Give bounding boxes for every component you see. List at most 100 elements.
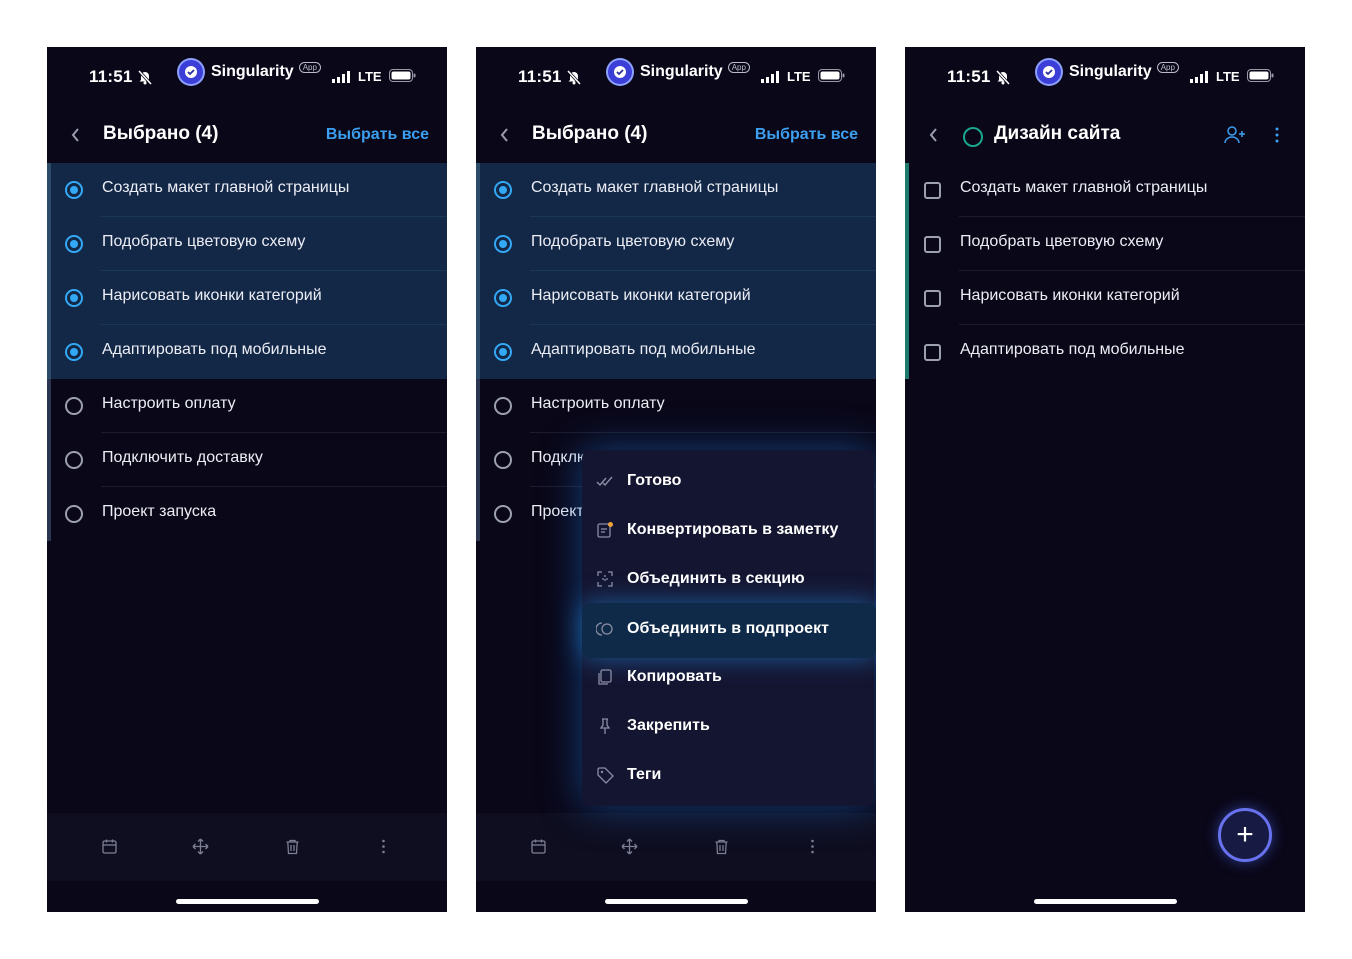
select-all-button[interactable]: Выбрать все [755, 126, 858, 144]
selection-title: Выбрано (4) [532, 123, 648, 144]
signal-icon [1190, 70, 1210, 88]
task-label: Создать макет главной страницы [102, 179, 350, 196]
task-row[interactable]: Нарисовать иконки категорий [47, 271, 447, 325]
home-indicator [605, 899, 748, 904]
menu-item-copy[interactable]: Копировать [582, 653, 874, 702]
radio-empty-icon[interactable] [65, 451, 83, 469]
trash-icon[interactable] [713, 838, 730, 860]
move-icon[interactable] [192, 838, 209, 860]
home-indicator [176, 899, 319, 904]
radio-checked-icon[interactable] [494, 289, 512, 307]
radio-checked-icon[interactable] [494, 181, 512, 199]
task-label: Настроить оплату [531, 395, 665, 412]
app-indicator: Singularity App [608, 60, 750, 84]
calendar-icon[interactable] [101, 838, 118, 860]
status-bar: 11:51 Singularity App LTE [905, 47, 1305, 109]
app-name: Singularity [640, 63, 723, 80]
bell-muted-icon [566, 69, 582, 90]
radio-checked-icon[interactable] [65, 181, 83, 199]
task-row[interactable]: Адаптировать под мобильные [476, 325, 876, 379]
app-logo-icon [179, 60, 203, 84]
selection-header: Выбрано (4) Выбрать все [47, 109, 447, 163]
more-vertical-icon[interactable] [804, 838, 821, 860]
status-time: 11:51 [89, 67, 133, 86]
task-row[interactable]: Адаптировать под мобильные [47, 325, 447, 379]
menu-item-merge-section[interactable]: Объединить в секцию [582, 555, 874, 604]
task-label: Проект запуска [102, 503, 217, 520]
checkbox-icon[interactable] [924, 236, 941, 253]
back-chevron-icon[interactable] [69, 126, 81, 149]
checkbox-icon[interactable] [924, 182, 941, 199]
checkbox-icon[interactable] [924, 290, 941, 307]
more-vertical-icon[interactable] [375, 838, 392, 860]
task-row[interactable]: Создать макет главной страницы [47, 163, 447, 217]
select-all-button[interactable]: Выбрать все [326, 126, 429, 144]
menu-item-label: Копировать [627, 668, 722, 685]
radio-empty-icon[interactable] [65, 505, 83, 523]
task-label: Адаптировать под мобильные [102, 341, 327, 358]
project-header: Дизайн сайта [905, 109, 1305, 163]
radio-empty-icon[interactable] [494, 451, 512, 469]
task-row[interactable]: Подобрать цветовую схему [905, 217, 1305, 271]
bottom-toolbar [476, 813, 876, 881]
radio-checked-icon[interactable] [494, 235, 512, 253]
task-label: Проект [531, 503, 584, 520]
move-icon[interactable] [621, 838, 638, 860]
back-chevron-icon[interactable] [498, 126, 510, 149]
task-row[interactable]: Проект запуска [47, 487, 447, 541]
task-row[interactable]: Настроить оплату [476, 379, 876, 433]
checkbox-icon[interactable] [924, 344, 941, 361]
network-label: LTE [358, 69, 382, 84]
back-chevron-icon[interactable] [927, 126, 939, 149]
menu-item-merge-subproject[interactable]: Объединить в подпроект [582, 603, 876, 658]
app-badge: App [1156, 61, 1179, 73]
task-label: Адаптировать под мобильные [531, 341, 756, 358]
app-badge: App [298, 61, 321, 73]
menu-item-label: Теги [627, 766, 662, 783]
radio-empty-icon[interactable] [65, 397, 83, 415]
menu-item-convert-note[interactable]: Конвертировать в заметку [582, 506, 874, 555]
add-task-button[interactable]: + [1218, 808, 1272, 862]
network-label: LTE [1216, 69, 1240, 84]
radio-checked-icon[interactable] [65, 235, 83, 253]
phone-screen-selection: 11:51 Singularity App LTE Выбрано (4) Вы… [47, 47, 447, 912]
task-row[interactable]: Адаптировать под мобильные [905, 325, 1305, 379]
project-status-icon [963, 127, 983, 147]
network-label: LTE [787, 69, 811, 84]
add-user-icon[interactable] [1223, 125, 1247, 150]
more-vertical-icon[interactable] [1274, 126, 1280, 149]
task-row[interactable]: Нарисовать иконки категорий [476, 271, 876, 325]
trash-icon[interactable] [284, 838, 301, 860]
radio-checked-icon[interactable] [65, 289, 83, 307]
battery-icon [1247, 69, 1274, 87]
task-row[interactable]: Подобрать цветовую схему [47, 217, 447, 271]
section-icon [596, 570, 614, 593]
selection-title: Выбрано (4) [103, 123, 219, 144]
task-row[interactable]: Настроить оплату [47, 379, 447, 433]
copy-icon [596, 668, 614, 691]
radio-checked-icon[interactable] [494, 343, 512, 361]
menu-item-tags[interactable]: Теги [582, 751, 874, 800]
radio-checked-icon[interactable] [65, 343, 83, 361]
calendar-icon[interactable] [530, 838, 547, 860]
task-label: Создать макет главной страницы [531, 179, 779, 196]
task-row[interactable]: Подобрать цветовую схему [476, 217, 876, 271]
task-label: Нарисовать иконки категорий [102, 287, 322, 304]
task-label: Подклю [531, 449, 589, 466]
status-bar: 11:51 Singularity App LTE [47, 47, 447, 109]
battery-icon [818, 69, 845, 87]
radio-empty-icon[interactable] [494, 505, 512, 523]
task-row[interactable]: Создать макет главной страницы [476, 163, 876, 217]
task-row[interactable]: Создать макет главной страницы [905, 163, 1305, 217]
task-label: Подключить доставку [102, 449, 263, 466]
menu-item-done[interactable]: Готово [582, 457, 874, 506]
menu-item-pin[interactable]: Закрепить [582, 702, 874, 751]
double-check-icon [596, 472, 614, 495]
pin-icon [596, 717, 614, 740]
app-name: Singularity [1069, 63, 1152, 80]
task-label: Нарисовать иконки категорий [531, 287, 751, 304]
task-row[interactable]: Нарисовать иконки категорий [905, 271, 1305, 325]
radio-empty-icon[interactable] [494, 397, 512, 415]
menu-item-label: Конвертировать в заметку [627, 521, 839, 538]
task-row[interactable]: Подключить доставку [47, 433, 447, 487]
